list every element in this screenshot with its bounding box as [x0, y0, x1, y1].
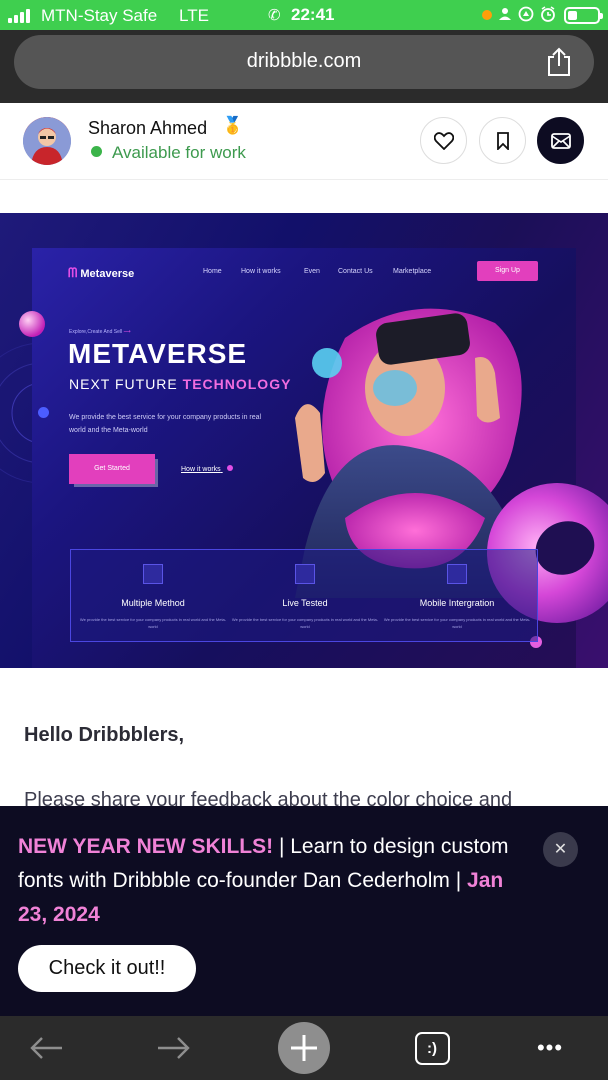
shot-image[interactable]: ᗰ Metaverse Home How it works Even Contac…: [0, 213, 608, 668]
mock-logo: ᗰ Metaverse: [68, 265, 135, 280]
signal-icon: [8, 9, 30, 23]
contact-button[interactable]: [537, 117, 584, 164]
browser-address-bar: dribbble.com: [0, 30, 608, 103]
mock-nav-home: Home: [203, 268, 222, 275]
mock-feature-2: Live Tested We provide the best service …: [230, 564, 380, 630]
url-text: dribbble.com: [246, 50, 362, 72]
article-body: Please share your feedback about the col…: [24, 789, 513, 806]
share-icon[interactable]: [546, 47, 572, 77]
battery-icon: [564, 7, 603, 24]
url-field[interactable]: dribbble.com: [14, 35, 594, 89]
mock-features-panel: Multiple Method We provide the best serv…: [70, 549, 538, 642]
more-icon: •••: [536, 1035, 564, 1060]
close-banner-button[interactable]: ✕: [543, 832, 578, 867]
save-button[interactable]: [479, 117, 526, 164]
mock-get-started-button: Get Started: [69, 454, 155, 484]
cube-icon: [143, 564, 163, 584]
mock-nav-even: Even: [304, 268, 320, 275]
article-greeting: Hello Dribbblers,: [24, 724, 185, 746]
mock-eyebrow: Explore,Create And Sell ⟶: [69, 329, 131, 335]
heart-icon: [433, 131, 454, 150]
mock-subtitle: NEXT FUTURE TECHNOLOGY: [69, 376, 292, 392]
close-icon: ✕: [553, 841, 568, 858]
clock: 22:41: [291, 5, 335, 24]
mock-nav-contact: Contact Us: [338, 268, 373, 275]
availability-status: Available for work: [91, 143, 246, 163]
tabs-button[interactable]: :): [412, 1016, 452, 1080]
dice-icon: [295, 564, 315, 584]
blue-sphere: [38, 407, 49, 418]
mock-feature-1: Multiple Method We provide the best serv…: [78, 564, 228, 630]
promo-message: NEW YEAR NEW SKILLS! | Learn to design c…: [18, 835, 509, 926]
medal-badge: 🥇: [222, 116, 244, 135]
back-button[interactable]: [20, 1016, 72, 1080]
tabs-count: :): [427, 1039, 437, 1057]
call-icon: ✆: [268, 7, 281, 24]
status-dot-icon: [91, 146, 102, 157]
tabs-icon: :): [414, 1031, 450, 1065]
back-arrow-icon: [30, 1037, 62, 1059]
phone-icon: [447, 564, 467, 584]
network-type: LTE: [179, 6, 209, 25]
mock-nav-marketplace: Marketplace: [393, 268, 432, 275]
mail-icon: [550, 132, 571, 149]
new-tab-button[interactable]: [277, 1016, 331, 1080]
mock-feature-3: Mobile Intergration We provide the best …: [382, 564, 532, 630]
plus-icon: [278, 1022, 330, 1074]
bookmark-icon: [496, 131, 509, 150]
recording-dot-icon: [482, 10, 492, 20]
forward-arrow-icon: [158, 1037, 190, 1059]
pink-sphere: [19, 311, 45, 337]
check-it-out-button[interactable]: Check it out!!: [18, 945, 196, 992]
carrier-name: MTN-Stay Safe: [41, 6, 158, 25]
m-logo-icon: ᗰ: [68, 265, 78, 280]
status-icons: [498, 6, 564, 25]
forward-button[interactable]: [148, 1016, 200, 1080]
mock-how-it-works-link: How it works: [181, 465, 233, 473]
status-bar: MTN-Stay Safe LTE ✆ 22:41: [0, 0, 608, 30]
avatar[interactable]: [23, 117, 71, 165]
more-button[interactable]: •••: [526, 1016, 574, 1080]
mock-nav-how: How it works: [241, 268, 281, 275]
promo-banner: NEW YEAR NEW SKILLS! | Learn to design c…: [0, 806, 608, 1016]
browser-toolbar: :) •••: [0, 1016, 608, 1080]
designer-name[interactable]: Sharon Ahmed: [88, 118, 207, 139]
mock-signup-button: Sign Up: [477, 261, 538, 281]
availability-label: Available for work: [112, 143, 246, 162]
designer-header: Sharon Ahmed 🥇 Available for work: [0, 103, 608, 180]
like-button[interactable]: [420, 117, 467, 164]
mock-title: METAVERSE: [68, 338, 248, 369]
mock-paragraph: We provide the best service for your com…: [69, 414, 262, 434]
